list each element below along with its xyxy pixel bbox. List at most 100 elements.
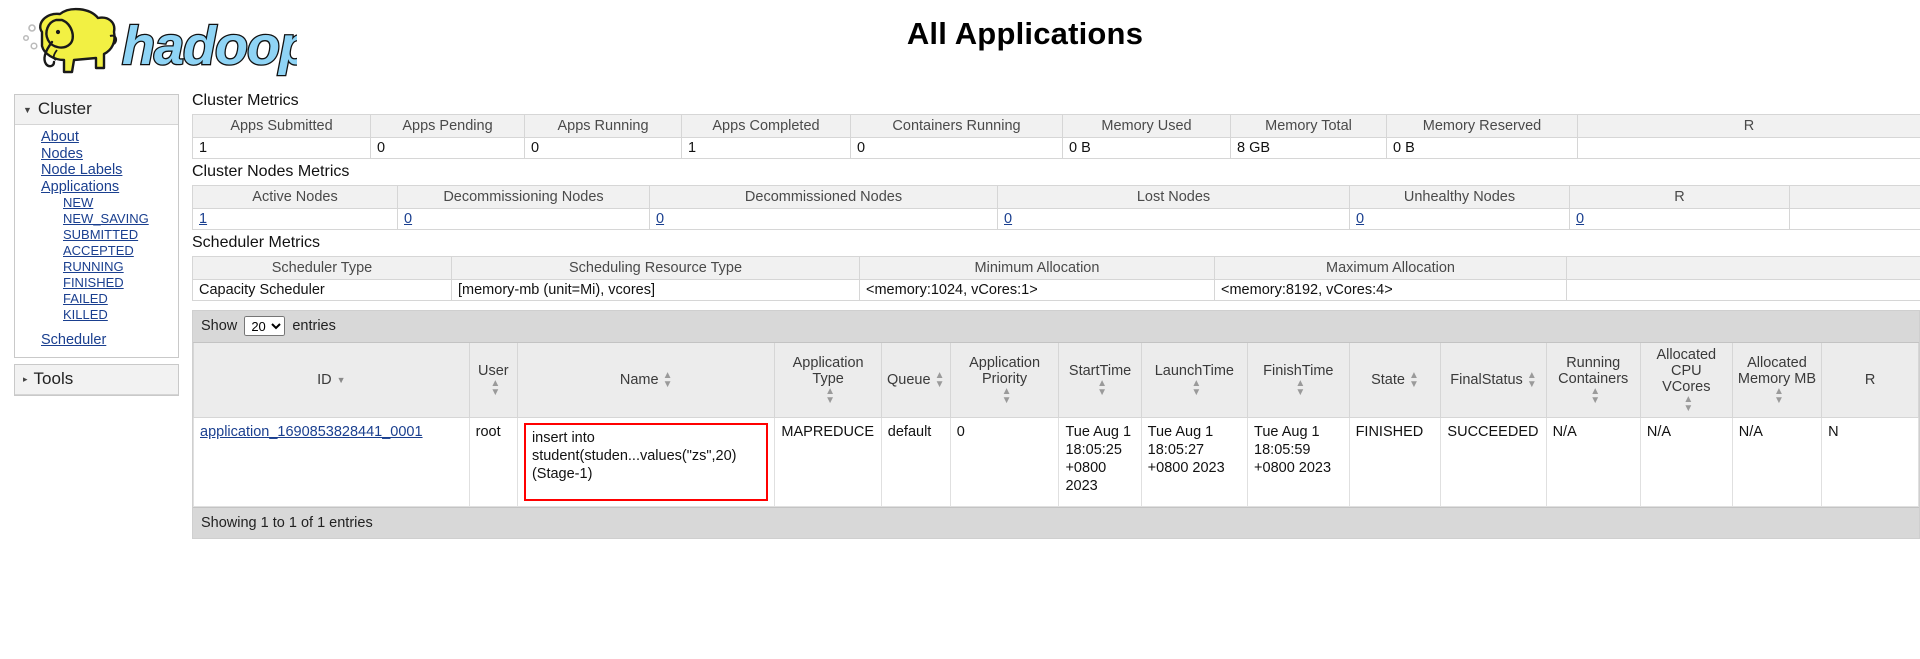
page-size-select[interactable]: 20 — [244, 316, 286, 336]
col-launchtime-label: LaunchTime — [1154, 363, 1234, 379]
sidebar-cluster-header[interactable]: ▼ Cluster — [15, 95, 178, 125]
col-starttime-label: StartTime — [1068, 363, 1132, 379]
sidebar-item-killed[interactable]: KILLED — [15, 307, 178, 323]
page-title: All Applications — [906, 16, 1144, 51]
scheduler-metrics-table: Scheduler Type Scheduling Resource Type … — [192, 256, 1920, 301]
sort-desc-icon: ▼ — [336, 375, 346, 386]
col-finalstatus-label: FinalStatus — [1450, 371, 1523, 388]
yarn-resourcemanager-page: hadoop All Applications ▼ Cluster About … — [0, 0, 1920, 659]
sort-icon: ▲ ▼ — [1683, 394, 1694, 414]
main-content: Cluster Metrics Apps Submitted Apps Pend… — [192, 92, 1920, 539]
val-lost-nodes[interactable]: 0 — [1004, 211, 1012, 227]
val-minimum-allocation: <memory:1024, vCores:1> — [859, 279, 1215, 301]
col-active-nodes: Active Nodes — [192, 185, 398, 209]
applications-table-wrapper: Show 20 entries ID ▼ User ▲ ▼ Name ▲ ▼ A… — [192, 310, 1920, 539]
table-row[interactable]: application_1690853828441_0001 root inse… — [193, 417, 1919, 507]
col-finishtime[interactable]: FinishTime ▲ ▼ — [1247, 343, 1350, 418]
sidebar-item-new-saving[interactable]: NEW_SAVING — [15, 211, 178, 227]
col-running-containers[interactable]: Running Containers ▲ ▼ — [1545, 343, 1641, 418]
val-nodes-overflow[interactable]: 0 — [1576, 211, 1584, 227]
val-decommissioned-nodes[interactable]: 0 — [656, 211, 664, 227]
sidebar-item-applications[interactable]: Applications — [15, 179, 178, 196]
sidebar-item-new[interactable]: NEW — [15, 195, 178, 211]
sidebar-item-accepted[interactable]: ACCEPTED — [15, 243, 178, 259]
table-header-row: ID ▼ User ▲ ▼ Name ▲ ▼ Application Type ▲ ▼ Que — [193, 343, 1919, 418]
cluster-metrics-title: Cluster Metrics — [192, 92, 299, 109]
val-apps-submitted: 1 — [192, 137, 371, 159]
sidebar-item-scheduler[interactable]: Scheduler — [15, 332, 178, 349]
val-apps-pending: 0 — [370, 137, 525, 159]
col-launchtime[interactable]: LaunchTime ▲ ▼ — [1140, 343, 1249, 418]
val-decommissioning-nodes[interactable]: 0 — [404, 211, 412, 227]
table-row: Capacity Scheduler [memory-mb (unit=Mi),… — [192, 279, 1920, 301]
sidebar-item-node-labels[interactable]: Node Labels — [15, 162, 178, 179]
col-apps-running: Apps Running — [524, 114, 682, 138]
cell-allocated-cpu-vcores: N/A — [1639, 417, 1733, 507]
scheduler-metrics-title: Scheduler Metrics — [192, 234, 321, 251]
sidebar-item-running[interactable]: RUNNING — [15, 259, 178, 275]
cluster-nodes-metrics-table: Active Nodes Decommissioning Nodes Decom… — [192, 185, 1920, 230]
chevron-right-icon: ▸ — [23, 374, 28, 384]
applications-table: ID ▼ User ▲ ▼ Name ▲ ▼ Application Type ▲ ▼ Que — [193, 343, 1919, 507]
col-nodes-overflow: R — [1569, 185, 1790, 209]
sort-icon: ▲ ▼ — [1001, 386, 1012, 406]
val-memory-used: 0 B — [1062, 137, 1231, 159]
col-memory-reserved: Memory Reserved — [1386, 114, 1578, 138]
col-lost-nodes: Lost Nodes — [997, 185, 1350, 209]
col-queue-label: Queue — [887, 371, 931, 388]
col-overflow[interactable]: R — [1821, 343, 1919, 418]
col-allocated-memory-mb[interactable]: Allocated Memory MB ▲ ▼ — [1731, 343, 1823, 418]
col-finishtime-label: FinishTime — [1263, 363, 1334, 379]
table-header-row: Scheduler Type Scheduling Resource Type … — [192, 256, 1920, 280]
sidebar-item-nodes[interactable]: Nodes — [15, 146, 178, 163]
col-queue[interactable]: Queue ▲ ▼ — [880, 343, 951, 418]
cell-finalstatus: SUCCEEDED — [1440, 417, 1547, 507]
cell-id[interactable]: application_1690853828441_0001 — [193, 417, 470, 507]
col-running-containers-label: Running Containers — [1558, 355, 1629, 387]
col-application-priority[interactable]: Application Priority ▲ ▼ — [949, 343, 1060, 418]
col-scheduling-resource-type: Scheduling Resource Type — [451, 256, 860, 280]
col-finalstatus[interactable]: FinalStatus ▲ ▼ — [1440, 343, 1547, 418]
applications-table-footer: Showing 1 to 1 of 1 entries — [193, 507, 1919, 538]
val-maximum-allocation: <memory:8192, vCores:4> — [1214, 279, 1567, 301]
col-state[interactable]: State ▲ ▼ — [1348, 343, 1442, 418]
col-allocated-cpu-vcores[interactable]: Allocated CPU VCores ▲ ▼ — [1639, 343, 1733, 418]
val-unhealthy-nodes[interactable]: 0 — [1356, 211, 1364, 227]
table-row: 1 0 0 0 0 0 — [192, 208, 1920, 230]
application-id-link[interactable]: application_1690853828441_0001 — [200, 424, 423, 440]
applications-table-toolbar: Show 20 entries — [193, 311, 1919, 343]
col-name[interactable]: Name ▲ ▼ — [516, 343, 776, 418]
cell-user: root — [468, 417, 518, 507]
sidebar-item-about[interactable]: About — [15, 129, 178, 146]
col-id-label: ID — [317, 372, 332, 388]
col-application-type[interactable]: Application Type ▲ ▼ — [774, 343, 882, 418]
sidebar-tools-block: ▸ Tools — [14, 363, 179, 396]
sidebar-item-failed[interactable]: FAILED — [15, 291, 178, 307]
col-id[interactable]: ID ▼ — [193, 343, 470, 418]
col-unhealthy-nodes: Unhealthy Nodes — [1349, 185, 1570, 209]
application-name: insert into student(studen...values("zs"… — [531, 430, 737, 482]
col-user[interactable]: User ▲ ▼ — [468, 343, 518, 418]
cell-state: FINISHED — [1348, 417, 1442, 507]
val-apps-running: 0 — [524, 137, 682, 159]
cluster-nodes-metrics-title: Cluster Nodes Metrics — [192, 163, 350, 180]
col-user-label: User — [477, 363, 509, 379]
sort-icon: ▲ ▼ — [1295, 378, 1306, 398]
sidebar-cluster-label: Cluster — [37, 99, 92, 118]
col-starttime[interactable]: StartTime ▲ ▼ — [1058, 343, 1142, 418]
val-active-nodes[interactable]: 1 — [199, 211, 207, 227]
entries-label: entries — [292, 317, 336, 334]
col-minimum-allocation: Minimum Allocation — [859, 256, 1215, 280]
sort-icon: ▲ ▼ — [825, 386, 836, 406]
col-memory-total: Memory Total — [1230, 114, 1387, 138]
col-apps-pending: Apps Pending — [370, 114, 525, 138]
sidebar-item-finished[interactable]: FINISHED — [15, 275, 178, 291]
sidebar-tools-header[interactable]: ▸ Tools — [15, 364, 178, 395]
sort-icon: ▲ ▼ — [1526, 370, 1537, 390]
col-overflow-label: R — [1864, 372, 1876, 388]
col-scheduler-overflow — [1566, 256, 1920, 280]
sidebar-item-submitted[interactable]: SUBMITTED — [15, 227, 178, 243]
cell-name: insert into student(studen...values("zs"… — [516, 417, 776, 507]
table-header-row: Apps Submitted Apps Pending Apps Running… — [192, 114, 1920, 138]
col-apps-completed: Apps Completed — [681, 114, 851, 138]
